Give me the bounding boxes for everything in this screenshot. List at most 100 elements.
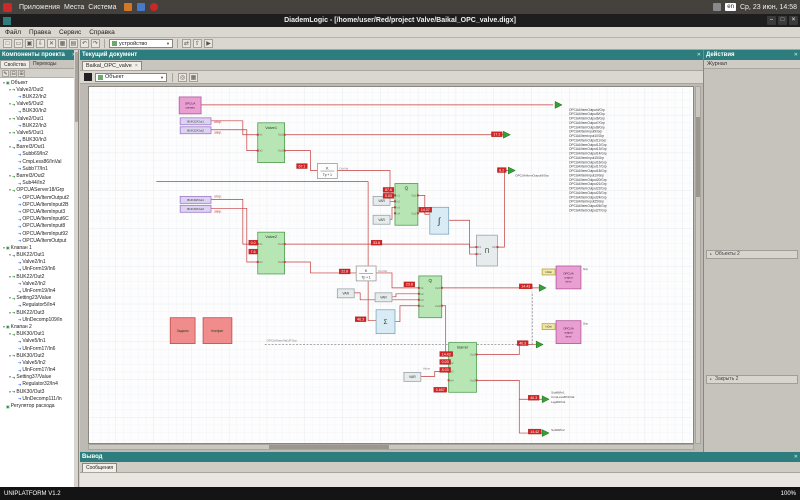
block-src-buk22-out2[interactable]: BUK22/Out2 xyxy=(180,127,211,134)
tree-item[interactable]: ➜Valve2/In2 xyxy=(0,280,78,287)
tree-item[interactable]: ➜BUK22/In3 xyxy=(0,122,78,129)
menubar-item[interactable]: Правка xyxy=(29,29,51,36)
tree-item[interactable]: ➜BUK30/In2 xyxy=(0,108,78,115)
tree-item[interactable]: ➜UlnDecomp111/In xyxy=(0,395,78,402)
tree-item[interactable]: ▾➜Barrel3/Out1 xyxy=(0,144,78,151)
journal-item[interactable]: Журнал xyxy=(704,60,800,69)
tree-item[interactable]: ➜CmpLess86/InVal xyxy=(0,158,78,165)
tree-item[interactable]: ➜OPCUA/ItemInput2B xyxy=(0,201,78,208)
tree-scrollbar[interactable] xyxy=(74,50,78,487)
tree-item[interactable]: ➜UlnForm19/In4 xyxy=(0,287,78,294)
tree-item[interactable]: ▾➜Setting23/Value xyxy=(0,295,78,302)
tree-item[interactable]: ➜Regulator5/In4 xyxy=(0,302,78,309)
block-indat1[interactable]: InDat xyxy=(542,269,555,275)
tree-item[interactable]: ➜Regulator32/In4 xyxy=(0,381,78,388)
tree-item[interactable]: ➜OPCUA/ItemOutput xyxy=(0,237,78,244)
block-product[interactable]: ПIn1In2Out xyxy=(476,235,499,266)
desktop-menu[interactable]: Приложения xyxy=(17,4,62,11)
block-tf2[interactable]: KTp + 1 xyxy=(356,266,376,281)
tree-item[interactable]: ➜BUK30/In3 xyxy=(0,137,78,144)
paste-icon[interactable]: ▤ xyxy=(69,39,78,48)
zoom-level[interactable]: 100% xyxy=(781,491,796,497)
menubar-item[interactable]: Файл xyxy=(5,29,21,36)
new-file-icon[interactable]: □ xyxy=(3,39,12,48)
logic-canvas[interactable]: OPCUAсигналBUK22/Out1BUK22/Out2BUK30/Out… xyxy=(88,86,694,444)
menubar-item[interactable]: Справка xyxy=(89,29,115,36)
tree-item[interactable]: ▾➜Setting37/Value xyxy=(0,374,78,381)
maximize-button[interactable]: □ xyxy=(778,16,787,25)
edit-icon[interactable]: ✎ xyxy=(2,70,9,77)
tree-item[interactable]: ➜Sub44/In2 xyxy=(0,180,78,187)
canvas-horizontal-scrollbar[interactable] xyxy=(88,444,694,450)
block-barrel[interactable]: BarrelIn1In2In3In4Out1Out2 xyxy=(448,343,478,393)
block-sigma[interactable]: Σ xyxy=(376,310,395,334)
block-opc-out2[interactable]: OPCUAoutputitem xyxy=(556,321,581,344)
block-var3[interactable]: VAR xyxy=(337,289,354,298)
collapsed-section-2[interactable]: ▸ Закрыть 2 xyxy=(706,375,798,384)
tree-item[interactable]: ➜OPCUA/ItemInput6C xyxy=(0,216,78,223)
block-integrator[interactable]: ∫ xyxy=(430,207,449,234)
tree-item[interactable]: ➜UlnForm19/In6 xyxy=(0,266,78,273)
connect-icon[interactable]: ⇄ xyxy=(182,39,191,48)
app-orange-icon[interactable] xyxy=(124,3,132,11)
object-combo[interactable]: Объект ▼ xyxy=(95,73,167,82)
keyboard-layout-indicator[interactable]: en xyxy=(725,3,736,11)
minimize-button[interactable]: – xyxy=(767,16,776,25)
upload-icon[interactable]: ⇧ xyxy=(193,39,202,48)
tree-item[interactable]: ▾➜Valve2/Out2 xyxy=(0,86,78,93)
block-var2[interactable]: VAR xyxy=(373,215,390,224)
block-task[interactable]: Задано xyxy=(170,318,195,344)
tree-item[interactable]: ▾➜Valve5/Out1 xyxy=(0,129,78,136)
block-indat2[interactable]: InDat xyxy=(542,324,555,330)
block-tf1[interactable]: KTp + 1 xyxy=(317,164,337,179)
volume-icon[interactable] xyxy=(713,3,721,11)
tree-item[interactable]: ▣Регулятор расхода xyxy=(0,402,78,409)
tree-item[interactable]: ▾➜BUK22/Out2 xyxy=(0,273,78,280)
panel-close-icon[interactable]: ✕ xyxy=(794,454,798,460)
tree-item[interactable]: ▾➜Valve5/Out2 xyxy=(0,101,78,108)
desktop-menu[interactable]: Места xyxy=(62,4,86,11)
tree-item[interactable]: ▾➜BUK22/Out3 xyxy=(0,309,78,316)
tree-item[interactable]: ▾➜Valve2/Out1 xyxy=(0,115,78,122)
tree-item[interactable]: ➜BUK22/In2 xyxy=(0,93,78,100)
tree-item[interactable]: ➜UlnDecomp109/In xyxy=(0,316,78,323)
tree-item[interactable]: ➜Valve5/In1 xyxy=(0,338,78,345)
undo-icon[interactable]: ↶ xyxy=(80,39,89,48)
collapsed-section-1[interactable]: ▸ Объекты 2 xyxy=(706,250,798,259)
block-src-buk30-out2[interactable]: BUK30/Out2 xyxy=(180,205,211,212)
redo-icon[interactable]: ↷ xyxy=(91,39,100,48)
panel-close-icon[interactable]: ✕ xyxy=(794,52,798,58)
block-var5[interactable]: VAR xyxy=(404,372,421,381)
block-var4[interactable]: VAR xyxy=(375,293,392,302)
desktop-menu[interactable]: Система xyxy=(86,4,118,11)
save-icon[interactable]: ▣ xyxy=(25,39,34,48)
tree-item[interactable]: ▾➜BUK30/Out2 xyxy=(0,352,78,359)
tree-item[interactable]: ➜OPCUA/ItemInput3 xyxy=(0,208,78,215)
collapse-icon[interactable]: ⊟ xyxy=(10,70,17,77)
clock[interactable]: Ср, 23 июн, 14:58 xyxy=(740,4,797,11)
app-blue-icon[interactable] xyxy=(137,3,145,11)
tree-item[interactable]: ➜Subb69/In2 xyxy=(0,151,78,158)
block-valve1[interactable]: Valve1In1In2Out1Out2 xyxy=(257,123,286,163)
cut-icon[interactable]: ✕ xyxy=(47,39,56,48)
tree-item[interactable]: ▾▣Объект xyxy=(0,79,78,86)
run-icon[interactable]: ▶ xyxy=(204,39,213,48)
document-tab[interactable]: Baikal_OPC_valve × xyxy=(82,61,142,70)
tree-item[interactable]: ➜OPCUA/ItemInput92 xyxy=(0,230,78,237)
block-q2[interactable]: QIn1In2In3In4Out1Out2 xyxy=(418,276,443,318)
block-src-buk22-out1[interactable]: BUK22/Out1 xyxy=(180,118,211,125)
menubar-item[interactable]: Сервис xyxy=(59,29,81,36)
block-src-buk30-out1[interactable]: BUK30/Out1 xyxy=(180,196,211,203)
tree-item[interactable]: ▾➜BUK30/Out3 xyxy=(0,388,78,395)
panel-close-icon[interactable]: ✕ xyxy=(697,52,701,58)
open-file-icon[interactable]: ▭ xyxy=(14,39,23,48)
tab-properties[interactable]: Свойства xyxy=(0,60,30,68)
tree-item[interactable]: ➜OPCUA/ItemInput8 xyxy=(0,223,78,230)
tab-close-icon[interactable]: × xyxy=(135,63,138,69)
copy-icon[interactable]: ▦ xyxy=(58,39,67,48)
canvas-vertical-scrollbar[interactable] xyxy=(695,86,701,444)
window-titlebar[interactable]: DiademLogic - [/home/user/Red/project Va… xyxy=(0,14,800,27)
distro-menu-icon[interactable] xyxy=(3,3,12,12)
block-config[interactable]: Конфиг xyxy=(203,318,232,344)
tree-item[interactable]: ➜UlnForm17/In6 xyxy=(0,345,78,352)
